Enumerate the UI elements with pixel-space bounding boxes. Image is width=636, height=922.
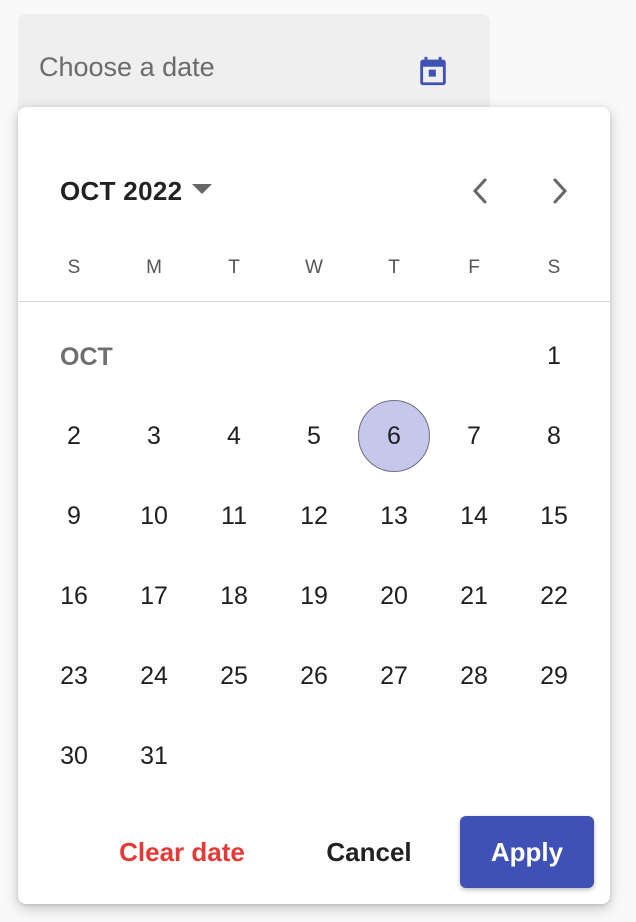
day-cell[interactable]: 14 [438,480,510,552]
weekday-label: S [67,257,81,278]
day-cell[interactable]: 27 [358,640,430,712]
day-cell[interactable]: 2 [38,400,110,472]
day-cell[interactable]: 19 [278,560,350,632]
day-cell-selected[interactable]: 6 [358,400,430,472]
day-cell[interactable]: 12 [278,480,350,552]
day-cell[interactable]: 23 [38,640,110,712]
weekday-label: M [146,257,162,278]
day-cell[interactable]: 8 [518,400,590,472]
day-cell[interactable]: 25 [198,640,270,712]
month-year-label: OCT 2022 [60,175,183,206]
cancel-button[interactable]: Cancel [313,816,425,888]
day-cell[interactable]: 15 [518,480,590,552]
day-cell[interactable]: 28 [438,640,510,712]
day-cell[interactable]: 22 [518,560,590,632]
day-cell[interactable]: 24 [118,640,190,712]
previous-month-button[interactable] [460,171,500,211]
month-year-toggle[interactable]: OCT 2022 [60,171,213,211]
day-cell[interactable]: 18 [198,560,270,632]
header-divider [18,301,610,302]
day-cell[interactable]: 9 [38,480,110,552]
month-row-label: OCT [60,343,113,371]
day-cell[interactable]: 3 [118,400,190,472]
weekday-label: F [468,257,480,278]
day-cell[interactable]: 21 [438,560,510,632]
date-input-field[interactable]: Choose a date [18,14,490,110]
day-cell[interactable]: 20 [358,560,430,632]
clear-date-button[interactable]: Clear date [106,816,258,888]
day-cell[interactable]: 30 [38,720,110,792]
chevron-right-icon [553,178,568,204]
weekday-label: W [305,257,323,278]
day-cell[interactable]: 7 [438,400,510,472]
day-cell[interactable]: 29 [518,640,590,712]
day-cell[interactable]: 4 [198,400,270,472]
weekday-header: S M T W T F S [18,257,610,287]
datepicker-panel: OCT 2022 S M T W T F S OCT 1 2 3 4 5 6 7 8 9 10 11… [18,107,610,904]
day-cell[interactable]: 16 [38,560,110,632]
caret-down-icon [192,182,213,200]
day-cell[interactable]: 1 [518,320,590,392]
day-cell[interactable]: 26 [278,640,350,712]
day-cell[interactable]: 5 [278,400,350,472]
day-cell[interactable]: 13 [358,480,430,552]
date-field-label: Choose a date [39,52,215,82]
calendar-icon[interactable] [415,52,451,90]
day-cell[interactable]: 10 [118,480,190,552]
next-month-button[interactable] [540,171,580,211]
weekday-label: T [228,257,240,278]
weekday-label: T [388,257,400,278]
day-cell[interactable]: 31 [118,720,190,792]
weekday-label: S [547,257,561,278]
day-cell[interactable]: 11 [198,480,270,552]
chevron-left-icon [472,178,487,204]
apply-button[interactable]: Apply [460,816,594,888]
day-cell[interactable]: 17 [118,560,190,632]
